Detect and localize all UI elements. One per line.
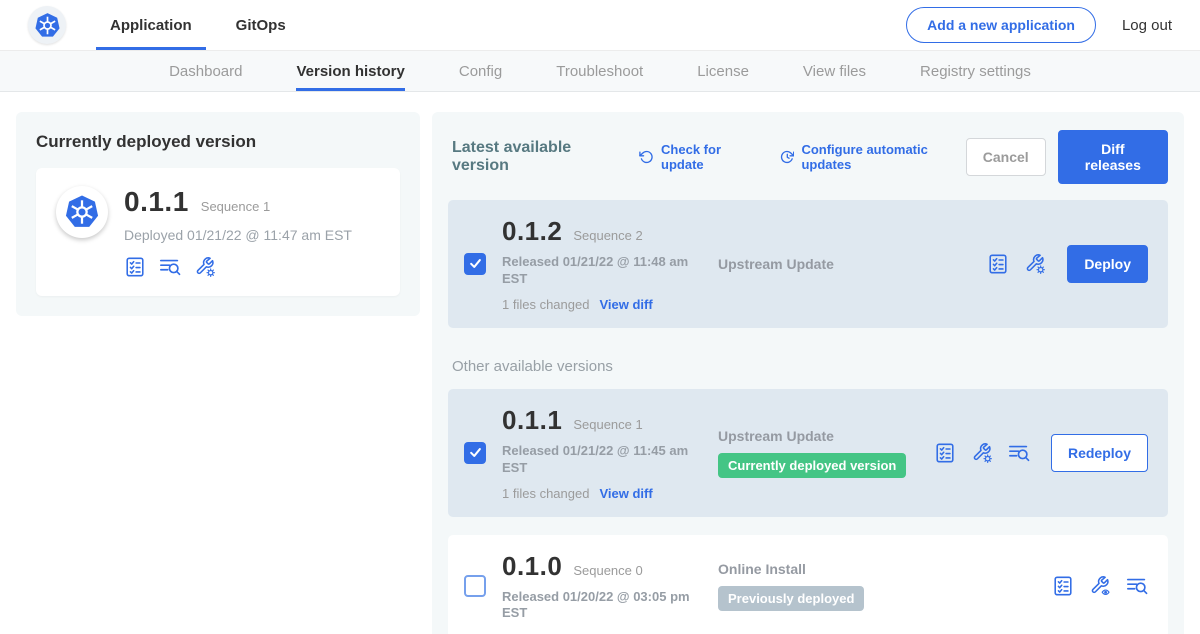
check-for-update-label: Check for update	[661, 142, 758, 172]
release-notes-icon[interactable]	[1052, 575, 1074, 597]
view-config-icon[interactable]	[1089, 575, 1111, 597]
version-info: 0.1.0 Sequence 0 Released 01/20/22 @ 03:…	[502, 551, 714, 623]
diff-releases-button[interactable]: Diff releases	[1058, 130, 1168, 184]
version-released-timestamp: Released 01/20/22 @ 03:05 pm EST	[502, 589, 692, 623]
release-notes-icon[interactable]	[124, 256, 146, 278]
cancel-button[interactable]: Cancel	[966, 138, 1046, 176]
tab-license[interactable]: License	[697, 51, 749, 91]
version-number: 0.1.1	[502, 405, 562, 436]
refresh-icon	[639, 149, 654, 165]
version-sequence: Sequence 2	[573, 228, 642, 243]
topnav-tab-label: Application	[110, 17, 192, 34]
deploy-logs-icon[interactable]	[1008, 442, 1030, 464]
tab-troubleshoot[interactable]: Troubleshoot	[556, 51, 643, 91]
version-row-0-1-0: 0.1.0 Sequence 0 Released 01/20/22 @ 03:…	[448, 535, 1168, 634]
tab-label: Dashboard	[169, 63, 242, 80]
check-icon	[468, 256, 483, 271]
tab-label: Troubleshoot	[556, 63, 643, 80]
top-nav: Application GitOps Add a new application…	[0, 0, 1200, 50]
currently-deployed-card: 0.1.1 Sequence 1 Deployed 01/21/22 @ 11:…	[36, 168, 400, 296]
previously-deployed-badge: Previously deployed	[718, 586, 864, 611]
tab-label: Config	[459, 63, 502, 80]
version-source: Upstream Update	[718, 428, 934, 444]
version-number: 0.1.2	[502, 216, 562, 247]
redeploy-button[interactable]: Redeploy	[1051, 434, 1148, 472]
version-checkbox[interactable]	[464, 253, 486, 275]
tab-label: View files	[803, 63, 866, 80]
topnav-tab-application[interactable]: Application	[96, 0, 206, 50]
tab-label: License	[697, 63, 749, 80]
version-number: 0.1.0	[502, 551, 562, 582]
view-diff-link[interactable]: View diff	[599, 486, 652, 501]
main-content: Currently deployed version	[0, 92, 1200, 634]
kubernetes-logo-icon	[28, 6, 66, 44]
version-checkbox[interactable]	[464, 575, 486, 597]
topnav-tab-label: GitOps	[236, 17, 286, 34]
files-changed-label: 1 files changed	[502, 486, 589, 501]
app-logo[interactable]	[28, 0, 66, 50]
edit-config-icon[interactable]	[194, 256, 216, 278]
currently-deployed-panel: Currently deployed version	[16, 112, 420, 316]
configure-automatic-updates-label: Configure automatic updates	[801, 142, 965, 172]
kubernetes-logo-icon	[56, 186, 108, 238]
add-new-application-button[interactable]: Add a new application	[906, 7, 1096, 43]
version-source: Online Install	[718, 561, 1052, 577]
configure-automatic-updates-link[interactable]: Configure automatic updates	[780, 142, 966, 172]
tab-label: Registry settings	[920, 63, 1031, 80]
topnav-tab-gitops[interactable]: GitOps	[222, 0, 300, 50]
view-diff-link[interactable]: View diff	[599, 297, 652, 312]
currently-deployed-badge: Currently deployed version	[718, 453, 906, 478]
release-notes-icon[interactable]	[934, 442, 956, 464]
version-sequence: Sequence 0	[573, 563, 642, 578]
edit-config-icon[interactable]	[971, 442, 993, 464]
logout-link[interactable]: Log out	[1122, 17, 1172, 34]
version-info: 0.1.2 Sequence 2 Released 01/21/22 @ 11:…	[502, 216, 714, 312]
version-released-timestamp: Released 01/21/22 @ 11:45 am EST	[502, 443, 692, 477]
current-version-deployed-timestamp: Deployed 01/21/22 @ 11:47 am EST	[124, 227, 352, 243]
app-sub-nav: Dashboard Version history Config Trouble…	[0, 50, 1200, 92]
current-version-number: 0.1.1	[124, 186, 189, 218]
deploy-logs-icon[interactable]	[1126, 575, 1148, 597]
version-source: Upstream Update	[718, 256, 987, 272]
other-available-versions-title: Other available versions	[452, 358, 1168, 375]
tab-config[interactable]: Config	[459, 51, 502, 91]
tab-label: Version history	[296, 63, 404, 80]
release-notes-icon[interactable]	[987, 253, 1009, 275]
schedule-update-icon	[780, 149, 795, 165]
deploy-logs-icon[interactable]	[159, 256, 181, 278]
edit-config-icon[interactable]	[1024, 253, 1046, 275]
files-changed-label: 1 files changed	[502, 297, 589, 312]
version-checkbox[interactable]	[464, 442, 486, 464]
deploy-button[interactable]: Deploy	[1067, 245, 1148, 283]
tab-version-history[interactable]: Version history	[296, 51, 404, 91]
version-row-0-1-1: 0.1.1 Sequence 1 Released 01/21/22 @ 11:…	[448, 389, 1168, 517]
check-icon	[468, 445, 483, 460]
tab-dashboard[interactable]: Dashboard	[169, 51, 242, 91]
version-info: 0.1.1 Sequence 1 Released 01/21/22 @ 11:…	[502, 405, 714, 501]
current-version-sequence: Sequence 1	[201, 199, 270, 214]
version-row-0-1-2: 0.1.2 Sequence 2 Released 01/21/22 @ 11:…	[448, 200, 1168, 328]
tab-view-files[interactable]: View files	[803, 51, 866, 91]
tab-registry-settings[interactable]: Registry settings	[920, 51, 1031, 91]
check-for-update-link[interactable]: Check for update	[639, 142, 757, 172]
version-sequence: Sequence 1	[573, 417, 642, 432]
version-history-panel: Latest available version Check for updat…	[432, 112, 1184, 634]
currently-deployed-title: Currently deployed version	[36, 132, 400, 152]
latest-available-title: Latest available version	[452, 139, 617, 175]
latest-version-header: Latest available version Check for updat…	[448, 130, 1168, 184]
version-released-timestamp: Released 01/21/22 @ 11:48 am EST	[502, 254, 692, 288]
